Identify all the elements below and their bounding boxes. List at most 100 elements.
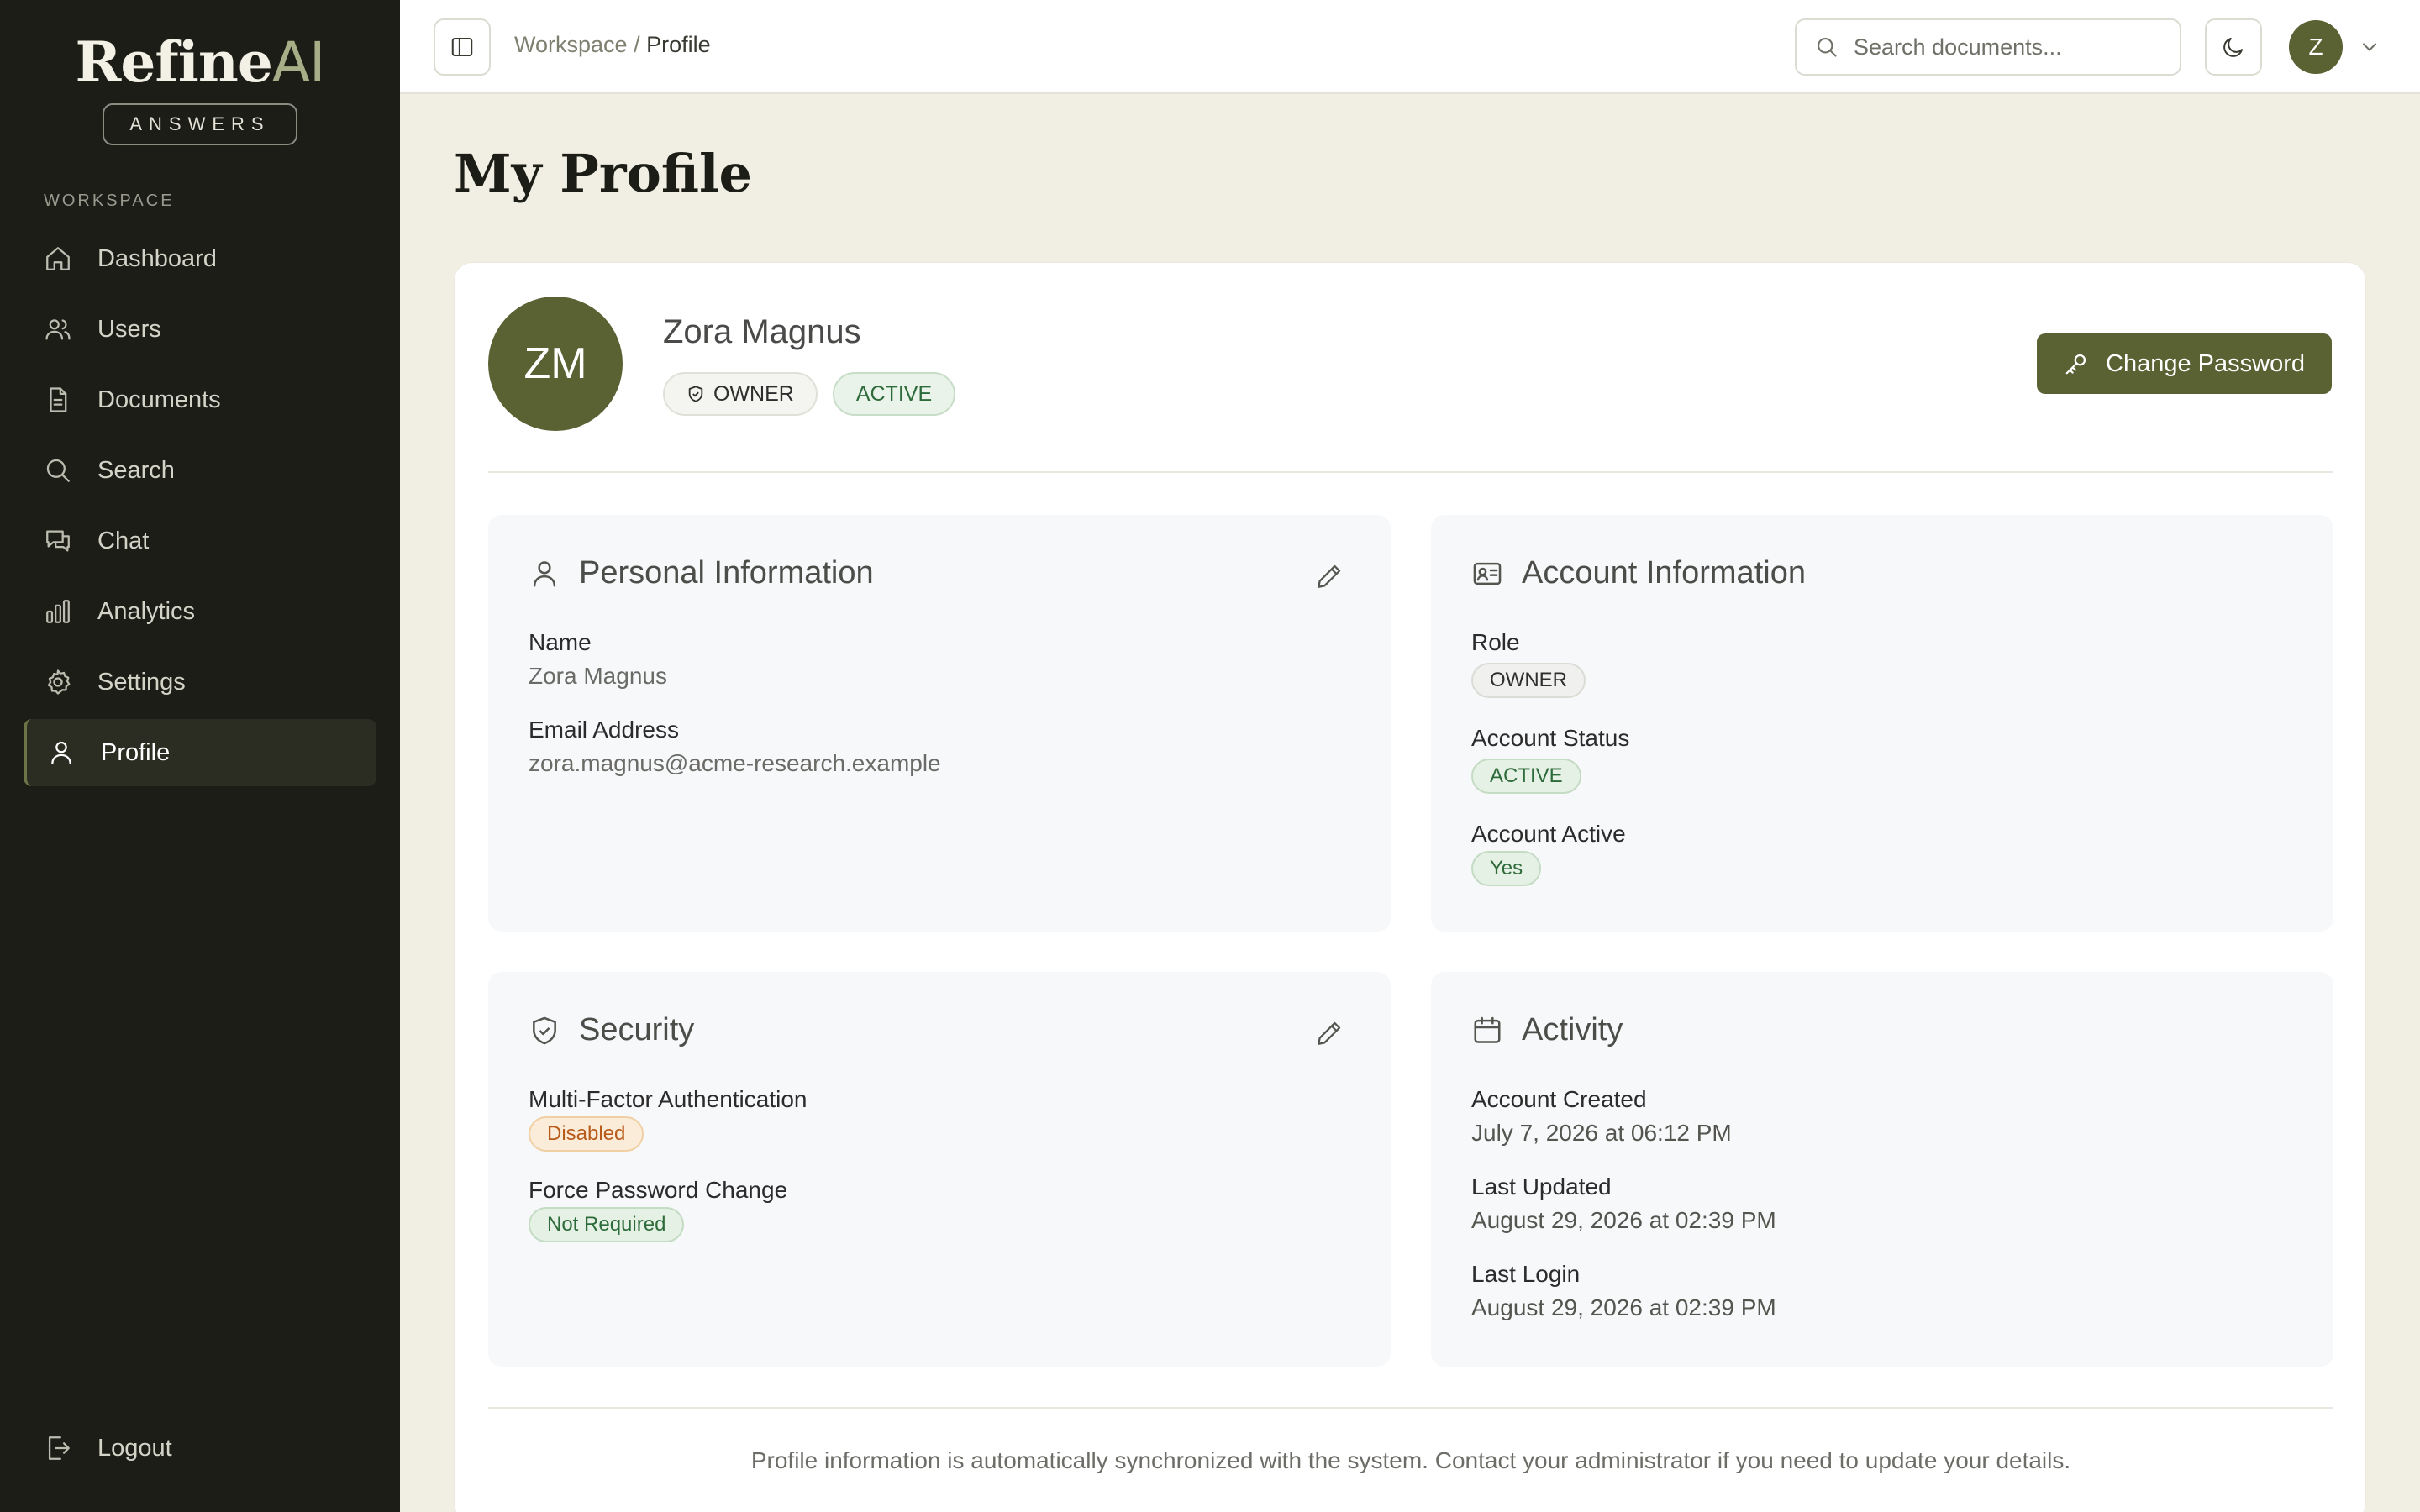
role-badge: OWNER: [663, 372, 818, 416]
email-field: Email Address zora.magnus@acme-research.…: [529, 717, 941, 777]
key-icon: [2065, 354, 2086, 375]
logout-button[interactable]: Logout: [24, 1415, 376, 1482]
brand-logo[interactable]: RefineAI ANSWERS: [0, 29, 400, 145]
field-label: Last Login: [1471, 1261, 1581, 1287]
sidebar-item-label: Profile: [101, 738, 171, 766]
brand-title: RefineAI: [75, 29, 326, 95]
home-icon: [46, 247, 70, 270]
account-active-field: Account Active Yes: [1471, 821, 1626, 886]
role-badge: OWNER: [1471, 663, 1586, 698]
last-updated-field: Last Updated August 29, 2026 at 02:39 PM: [1471, 1173, 1776, 1234]
sidebar-item-label: Search: [97, 456, 175, 484]
shield-icon: [688, 386, 703, 402]
panel-header: Account Information: [1471, 555, 1806, 591]
breadcrumb-separator: /: [634, 32, 640, 57]
pencil-icon[interactable]: [1315, 1019, 1344, 1047]
field-label: Account Created: [1471, 1086, 1647, 1112]
search-input[interactable]: [1854, 34, 2173, 60]
sidebar-item-label: Documents: [97, 386, 221, 413]
sidebar-item-label: Chat: [97, 527, 150, 554]
page-title: My Profile: [454, 143, 752, 204]
panel-header: Activity: [1471, 1012, 1623, 1048]
role-field: Role OWNER: [1471, 629, 1586, 698]
sidebar-item-settings[interactable]: Settings: [24, 648, 376, 716]
field-value: August 29, 2026 at 02:39 PM: [1471, 1207, 1776, 1233]
field-label: Last Updated: [1471, 1173, 1612, 1200]
sidebar-item-chat[interactable]: Chat: [24, 507, 376, 575]
brand-subtitle: ANSWERS: [103, 103, 297, 145]
field-value: August 29, 2026 at 02:39 PM: [1471, 1294, 1776, 1320]
sidebar-item-search[interactable]: Search: [24, 437, 376, 504]
footer-note: Profile information is automatically syn…: [750, 1447, 2071, 1473]
user-menu-avatar[interactable]: Z: [2289, 20, 2343, 74]
profile-name: Zora Magnus: [663, 313, 861, 350]
sidebar-item-documents[interactable]: Documents: [24, 366, 376, 433]
logout-label: Logout: [97, 1434, 172, 1462]
activity-panel: Activity Account Created July 7, 2026 at…: [1431, 972, 2333, 1367]
mfa-field: Multi-Factor Authentication Disabled: [529, 1086, 808, 1152]
search-icon: [46, 459, 70, 482]
force-password-field: Force Password Change Not Required: [529, 1177, 787, 1242]
shield-check-icon: [533, 1016, 556, 1044]
panel-title: Personal Information: [579, 555, 874, 591]
sidebar-item-dashboard[interactable]: Dashboard: [24, 225, 376, 292]
chat-icon: [46, 530, 70, 552]
divider: [488, 1407, 2333, 1409]
sidebar-nav: Dashboard Users Documents Search Chat An…: [24, 225, 376, 790]
status-badge: ACTIVE: [1471, 759, 1581, 794]
account-status-field: Account Status ACTIVE: [1471, 725, 1629, 794]
sidebar: RefineAI ANSWERS WORKSPACE Dashboard Use…: [0, 0, 400, 1512]
breadcrumb: Workspace / Profile: [514, 32, 711, 58]
sidebar-toggle-button[interactable]: [434, 18, 491, 76]
field-value: July 7, 2026 at 06:12 PM: [1471, 1120, 1732, 1146]
field-label: Email Address: [529, 717, 679, 743]
breadcrumb-parent[interactable]: Workspace: [514, 32, 628, 57]
security-panel: Security Multi-Factor Authentication Dis…: [488, 972, 1391, 1367]
sidebar-item-label: Settings: [97, 668, 186, 696]
sidebar-item-users[interactable]: Users: [24, 296, 376, 363]
sidebar-item-profile[interactable]: Profile: [24, 719, 376, 786]
panel-header: Security: [529, 1012, 694, 1048]
sidebar-item-label: Users: [97, 315, 161, 343]
document-icon: [50, 387, 67, 412]
users-icon: [45, 319, 71, 340]
name-field: Name Zora Magnus: [529, 629, 667, 690]
force-password-badge: Not Required: [529, 1207, 685, 1242]
theme-toggle-button[interactable]: [2205, 18, 2262, 76]
field-label: Account Active: [1471, 821, 1626, 847]
chevron-down-icon[interactable]: [2358, 35, 2381, 59]
user-icon: [533, 560, 556, 587]
search-box[interactable]: [1795, 18, 2181, 76]
field-value: Zora Magnus: [529, 663, 667, 689]
panel-title: Security: [579, 1012, 695, 1047]
field-label: Account Status: [1471, 725, 1630, 751]
divider: [488, 471, 2333, 473]
breadcrumb-current: Profile: [646, 32, 711, 57]
calendar-icon: [1474, 1016, 1501, 1043]
search-icon: [1818, 38, 1837, 57]
sidebar-toggle-icon: [451, 38, 473, 56]
sidebar-item-label: Dashboard: [97, 244, 217, 272]
bar-chart-icon: [46, 600, 70, 623]
personal-information-panel: Personal Information Name Zora Magnus Em…: [488, 515, 1391, 932]
sidebar-item-analytics[interactable]: Analytics: [24, 578, 376, 645]
profile-card: ZM Zora Magnus OWNER ACTIVE Change Passw…: [454, 262, 2366, 1512]
gear-icon: [47, 669, 71, 695]
change-password-button[interactable]: Change Password: [2037, 333, 2332, 394]
user-icon: [51, 741, 71, 764]
mfa-status-badge: Disabled: [529, 1116, 644, 1152]
field-label: Multi-Factor Authentication: [529, 1086, 808, 1112]
panel-title: Activity: [1522, 1012, 1623, 1047]
pencil-icon[interactable]: [1315, 562, 1344, 591]
last-login-field: Last Login August 29, 2026 at 02:39 PM: [1471, 1261, 1776, 1321]
field-label: Role: [1471, 629, 1520, 655]
sidebar-item-label: Analytics: [97, 597, 196, 625]
logout-icon: [48, 1436, 70, 1460]
moon-icon: [2223, 38, 2243, 57]
field-label: Force Password Change: [529, 1177, 788, 1203]
active-badge: Yes: [1471, 851, 1542, 886]
field-label: Name: [529, 629, 592, 655]
profile-badges: OWNER ACTIVE: [663, 372, 956, 416]
status-badge: ACTIVE: [832, 372, 956, 416]
panel-header: Personal Information: [529, 555, 874, 591]
